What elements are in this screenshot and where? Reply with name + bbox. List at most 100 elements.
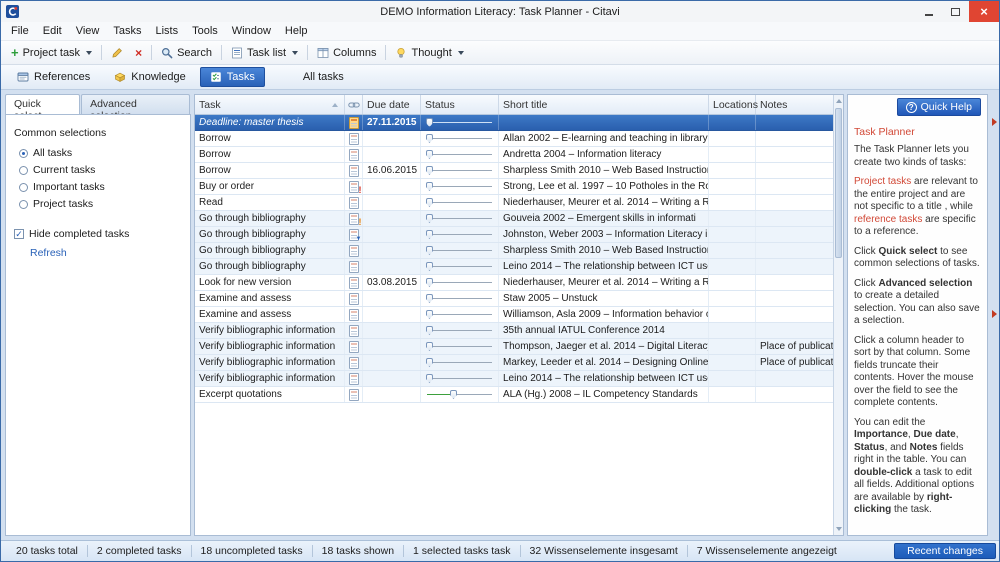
task-row[interactable]: Go through bibliographySharpless Smith 2… (195, 243, 833, 259)
column-header-due-date[interactable]: Due date (363, 95, 421, 114)
menu-edit[interactable]: Edit (36, 23, 69, 39)
task-row[interactable]: Deadline: master thesis27.11.2015 (195, 115, 833, 131)
task-row[interactable]: Go through bibliography▼Johnston, Weber … (195, 227, 833, 243)
tab-tasks[interactable]: Tasks (200, 67, 265, 87)
radio-option-current-tasks[interactable]: Current tasks (19, 164, 182, 176)
status-slider[interactable] (427, 374, 492, 383)
menu-window[interactable]: Window (225, 23, 278, 39)
slider-thumb[interactable] (426, 166, 433, 175)
status-slider[interactable] (427, 198, 492, 207)
tab-knowledge[interactable]: Knowledge (104, 67, 195, 87)
radio-option-project-tasks[interactable]: Project tasks (19, 198, 182, 210)
scroll-up-button[interactable] (834, 95, 843, 107)
thought-button[interactable]: Thought (389, 45, 469, 61)
status-slider[interactable] (427, 150, 492, 159)
tab-quick-select[interactable]: Quick select (5, 94, 80, 114)
status-slider[interactable] (427, 118, 492, 127)
tab-advanced-selection[interactable]: Advanced selection (81, 94, 190, 114)
status-slider[interactable] (427, 310, 492, 319)
column-header-locations[interactable]: Locations (709, 95, 756, 114)
status-slider[interactable] (427, 342, 492, 351)
task-row[interactable]: Buy or order!Strong, Lee et al. 1997 – 1… (195, 179, 833, 195)
maximize-button[interactable] (942, 1, 969, 22)
list-icon (231, 47, 243, 59)
task-row[interactable]: Go through bibliographyLeino 2014 – The … (195, 259, 833, 275)
task-row[interactable]: Verify bibliographic informationLeino 20… (195, 371, 833, 387)
scroll-down-button[interactable] (834, 523, 843, 535)
collapse-arrow[interactable] (992, 310, 997, 318)
status-slider[interactable] (427, 294, 492, 303)
column-header-link[interactable] (345, 95, 363, 114)
status-slider[interactable] (427, 390, 492, 399)
menu-tasks[interactable]: Tasks (106, 23, 148, 39)
column-header-status[interactable]: Status (421, 95, 499, 114)
status-slider[interactable] (427, 214, 492, 223)
recent-changes-button[interactable]: Recent changes (894, 543, 996, 559)
slider-thumb[interactable] (426, 230, 433, 239)
vertical-scrollbar[interactable] (833, 95, 843, 535)
column-header-notes[interactable]: Notes (756, 95, 833, 114)
slider-thumb[interactable] (426, 358, 433, 367)
close-button[interactable]: × (969, 1, 999, 22)
slider-thumb[interactable] (426, 150, 433, 159)
scrollbar-thumb[interactable] (835, 108, 842, 258)
menu-tools[interactable]: Tools (185, 23, 225, 39)
status-slider[interactable] (427, 230, 492, 239)
status-slider[interactable] (427, 134, 492, 143)
slider-thumb[interactable] (426, 310, 433, 319)
slider-thumb[interactable] (426, 246, 433, 255)
search-button[interactable]: Search (155, 45, 218, 61)
status-slider[interactable] (427, 166, 492, 175)
slider-thumb[interactable] (426, 294, 433, 303)
delete-task-button[interactable]: × (129, 46, 148, 60)
menu-file[interactable]: File (4, 23, 36, 39)
slider-thumb[interactable] (426, 262, 433, 271)
refresh-link[interactable]: Refresh (30, 247, 182, 259)
task-row[interactable]: Examine and assessWilliamson, Asla 2009 … (195, 307, 833, 323)
task-row[interactable]: BorrowAllan 2002 – E-learning and teachi… (195, 131, 833, 147)
radio-option-important-tasks[interactable]: Important tasks (19, 181, 182, 193)
slider-thumb[interactable] (426, 134, 433, 143)
task-row[interactable]: Verify bibliographic informationThompson… (195, 339, 833, 355)
task-row[interactable]: BorrowAndretta 2004 – Information litera… (195, 147, 833, 163)
task-list-button[interactable]: Task list (225, 45, 304, 61)
slider-thumb[interactable] (426, 342, 433, 351)
task-row[interactable]: Examine and assessStaw 2005 – Unstuck (195, 291, 833, 307)
slider-thumb[interactable] (426, 118, 433, 127)
slider-thumb[interactable] (426, 326, 433, 335)
tab-references[interactable]: References (7, 67, 100, 87)
column-header-short-title[interactable]: Short title (499, 95, 709, 114)
project-task-button[interactable]: + Project task (5, 45, 98, 61)
status-slider[interactable] (427, 262, 492, 271)
task-row[interactable]: ReadNiederhauser, Meurer et al. 2014 – W… (195, 195, 833, 211)
slider-thumb[interactable] (426, 278, 433, 287)
minimize-button[interactable] (915, 1, 942, 22)
radio-option-all-tasks[interactable]: All tasks (19, 147, 182, 159)
slider-thumb[interactable] (426, 198, 433, 207)
menu-view[interactable]: View (69, 23, 107, 39)
task-row[interactable]: Verify bibliographic information35th ann… (195, 323, 833, 339)
slider-thumb[interactable] (426, 182, 433, 191)
status-slider[interactable] (427, 182, 492, 191)
task-row[interactable]: Excerpt quotationsALA (Hg.) 2008 – IL Co… (195, 387, 833, 403)
status-slider[interactable] (427, 278, 492, 287)
task-row[interactable]: Go through bibliography!Gouveia 2002 – E… (195, 211, 833, 227)
status-slider[interactable] (427, 358, 492, 367)
task-row[interactable]: Borrow16.06.2015Sharpless Smith 2010 – W… (195, 163, 833, 179)
status-slider[interactable] (427, 326, 492, 335)
task-row[interactable]: Look for new version03.08.2015Niederhaus… (195, 275, 833, 291)
slider-thumb[interactable] (426, 214, 433, 223)
hide-completed-checkbox[interactable]: ✓ Hide completed tasks (14, 228, 182, 240)
status-slider[interactable] (427, 246, 492, 255)
edit-task-button[interactable] (105, 45, 129, 61)
task-row[interactable]: Verify bibliographic informationMarkey, … (195, 355, 833, 371)
hide-completed-label: Hide completed tasks (29, 228, 129, 240)
collapse-arrow[interactable] (992, 118, 997, 126)
quick-help-button[interactable]: ? Quick Help (897, 98, 981, 116)
menu-lists[interactable]: Lists (148, 23, 185, 39)
column-header-task[interactable]: Task (195, 95, 345, 114)
menu-help[interactable]: Help (278, 23, 315, 39)
slider-thumb[interactable] (426, 374, 433, 383)
slider-thumb[interactable] (450, 390, 457, 399)
columns-button[interactable]: Columns (311, 45, 382, 61)
